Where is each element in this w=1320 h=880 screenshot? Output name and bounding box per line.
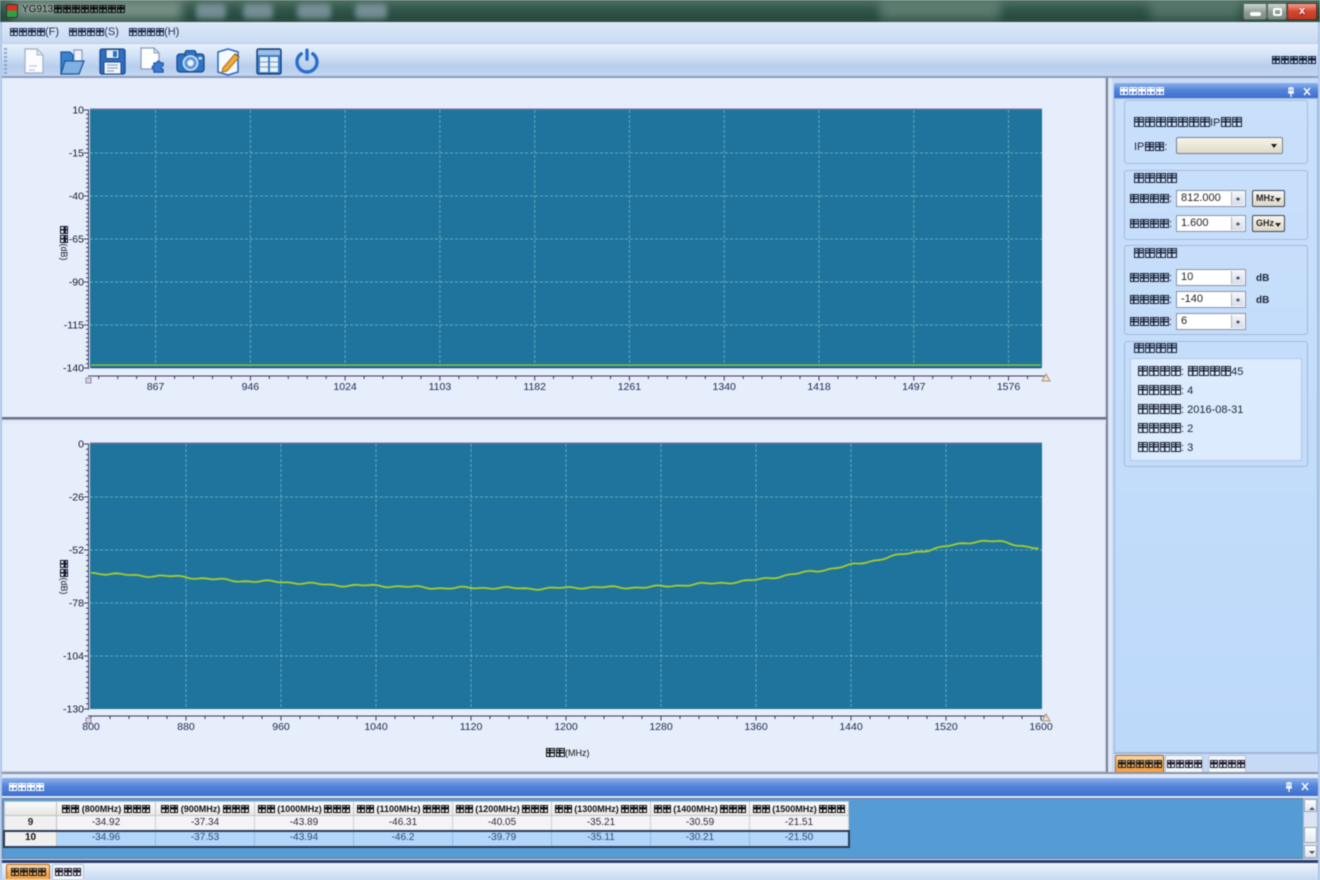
svg-text:1520: 1520 — [934, 721, 958, 733]
svg-text:-15: -15 — [69, 148, 84, 160]
svg-text:1120: 1120 — [460, 721, 483, 733]
svg-text:-26: -26 — [69, 492, 84, 504]
svg-text:1261: 1261 — [618, 381, 642, 393]
svg-text:10: 10 — [72, 105, 84, 117]
svg-text:880: 880 — [177, 721, 195, 733]
svg-text:1497: 1497 — [902, 381, 926, 393]
svg-text:1040: 1040 — [364, 721, 388, 733]
svg-text:-65: -65 — [69, 234, 84, 246]
svg-text:-104: -104 — [63, 651, 84, 663]
svg-text:-130: -130 — [63, 704, 84, 716]
svg-text:1600: 1600 — [1029, 721, 1053, 733]
svg-text:1576: 1576 — [997, 381, 1021, 393]
svg-text:1280: 1280 — [649, 721, 673, 733]
svg-text:946: 946 — [242, 381, 260, 393]
svg-text:1103: 1103 — [429, 381, 452, 393]
svg-text:1182: 1182 — [523, 381, 546, 393]
svg-text:0: 0 — [78, 439, 84, 451]
svg-text:1440: 1440 — [839, 721, 863, 733]
svg-text:1024: 1024 — [333, 381, 357, 393]
svg-text:867: 867 — [147, 381, 165, 393]
svg-text:1200: 1200 — [554, 721, 578, 733]
svg-text:-140: -140 — [63, 363, 84, 375]
svg-text:1418: 1418 — [807, 381, 831, 393]
svg-text:-115: -115 — [64, 320, 84, 332]
svg-text:-40: -40 — [69, 191, 84, 203]
svg-text:960: 960 — [272, 721, 290, 733]
svg-text:1360: 1360 — [744, 721, 768, 733]
svg-text:800: 800 — [82, 721, 100, 733]
svg-text:1340: 1340 — [713, 381, 737, 393]
svg-text:-90: -90 — [69, 277, 84, 289]
svg-text:-52: -52 — [69, 545, 84, 557]
svg-text:-78: -78 — [69, 598, 84, 610]
